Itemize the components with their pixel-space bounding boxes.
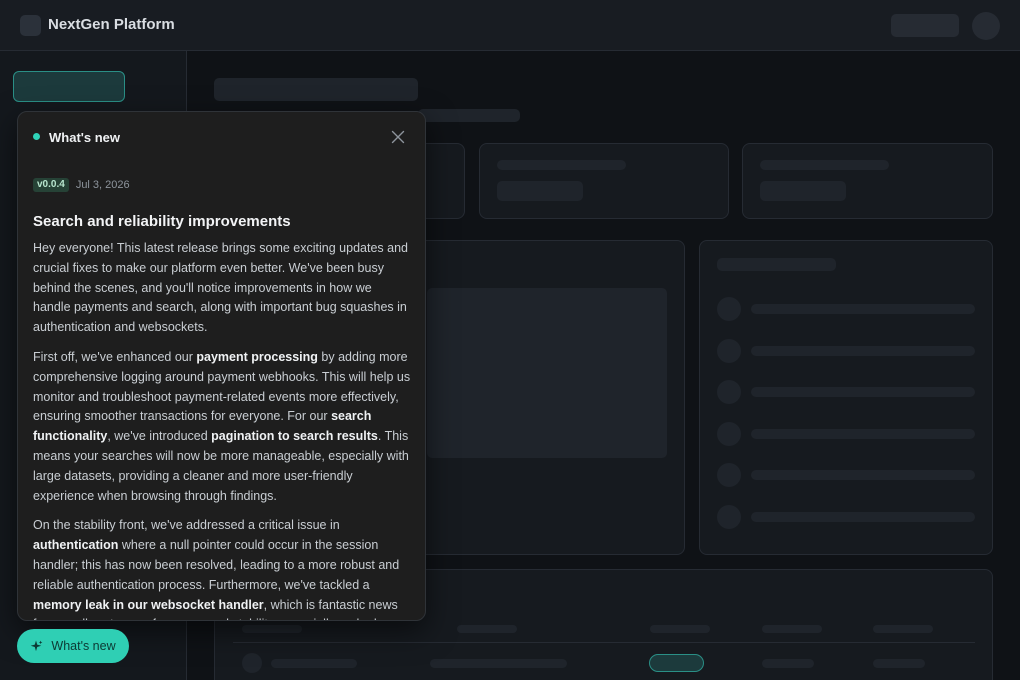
release-text: , we've introduced: [107, 429, 212, 444]
table-header-skeleton: [457, 625, 517, 633]
page-subtitle-skeleton: [418, 109, 520, 122]
sparkle-icon: [30, 640, 43, 653]
table-header-skeleton: [762, 625, 822, 633]
table-header-skeleton: [873, 625, 933, 633]
skeleton-line: [751, 387, 975, 397]
whats-new-button[interactable]: What's new: [17, 629, 129, 663]
skeleton-avatar: [242, 653, 262, 673]
page-title-skeleton: [214, 78, 418, 101]
release-paragraph: First off, we've enhanced our payment pr…: [33, 348, 411, 506]
activity-card: [699, 240, 993, 555]
skeleton-line: [751, 346, 975, 356]
panel-title: What's new: [49, 130, 120, 145]
release-emphasis: memory leak in our websocket handler: [33, 597, 264, 612]
skeleton-line: [760, 160, 889, 170]
release-notes: Hey everyone! This latest release brings…: [33, 239, 411, 620]
chart-skeleton: [427, 288, 667, 458]
app-root: NextGen Platform What's new v0.0.4 Jul 3…: [0, 0, 1020, 680]
skeleton-line: [751, 429, 975, 439]
release-text: First off, we've enhanced our: [33, 349, 197, 364]
stat-card: [479, 143, 729, 219]
skeleton-line: [271, 659, 357, 668]
skeleton-line: [751, 512, 975, 522]
skeleton-avatar: [717, 505, 741, 529]
version-badge: v0.0.4: [33, 178, 69, 192]
table-header-skeleton: [650, 625, 710, 633]
skeleton-value: [497, 181, 583, 201]
skeleton-avatar: [717, 463, 741, 487]
release-emphasis: authentication: [33, 538, 119, 553]
status-dot-icon: [33, 133, 40, 140]
whats-new-panel: What's new v0.0.4 Jul 3, 2026 Search and…: [17, 111, 426, 621]
release-text: Hey everyone! This latest release brings…: [33, 241, 408, 335]
status-badge-skeleton: [649, 654, 704, 672]
release-text: On the stability front, we've addressed …: [33, 518, 340, 533]
skeleton-line: [762, 659, 814, 668]
skeleton-avatar: [717, 339, 741, 363]
skeleton-line: [430, 659, 567, 668]
table-divider: [233, 642, 975, 643]
panel-body: v0.0.4 Jul 3, 2026 Search and reliabilit…: [33, 178, 411, 620]
topbar-action-placeholder[interactable]: [891, 14, 959, 37]
table-header-skeleton: [242, 625, 302, 633]
skeleton-avatar: [717, 380, 741, 404]
close-icon[interactable]: [389, 128, 407, 146]
skeleton-value: [760, 181, 846, 201]
panel-header: What's new: [18, 112, 425, 164]
skeleton-line: [873, 659, 925, 668]
whats-new-button-label: What's new: [51, 639, 116, 653]
skeleton-avatar: [717, 297, 741, 321]
release-paragraph: On the stability front, we've addressed …: [33, 516, 411, 620]
release-meta: v0.0.4 Jul 3, 2026: [33, 178, 411, 192]
release-emphasis: payment processing: [196, 349, 318, 364]
skeleton-line: [751, 304, 975, 314]
skeleton-line: [717, 258, 836, 271]
avatar[interactable]: [972, 12, 1000, 40]
release-paragraph: Hey everyone! This latest release brings…: [33, 239, 411, 338]
logo-icon: [20, 15, 41, 36]
stat-card: [742, 143, 993, 219]
release-date: Jul 3, 2026: [75, 179, 130, 191]
release-heading: Search and reliability improvements: [33, 213, 291, 230]
skeleton-line: [497, 160, 626, 170]
skeleton-line: [751, 470, 975, 480]
app-title: NextGen Platform: [48, 16, 175, 33]
release-emphasis: pagination to search results: [211, 429, 378, 444]
top-bar: NextGen Platform: [0, 0, 1020, 51]
sidebar-item-active[interactable]: [13, 71, 125, 102]
skeleton-avatar: [717, 422, 741, 446]
